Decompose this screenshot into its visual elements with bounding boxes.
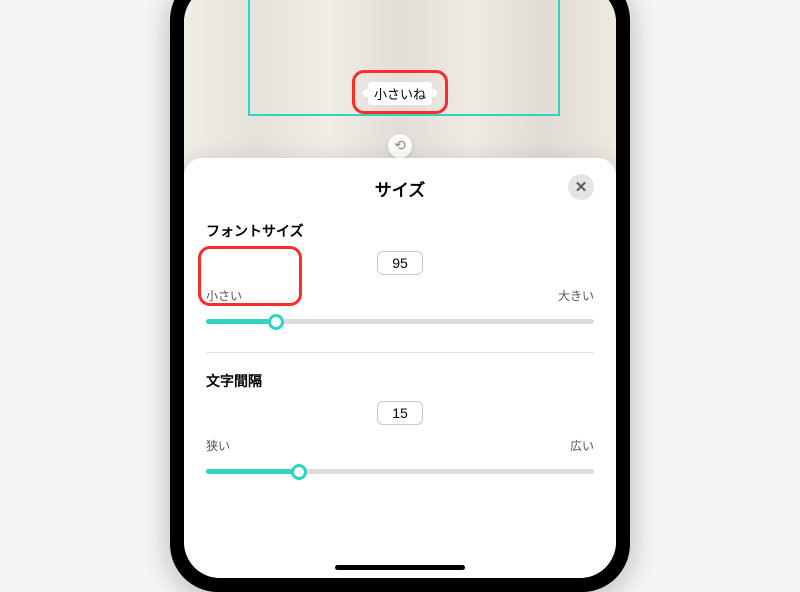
home-indicator[interactable] bbox=[335, 565, 465, 570]
size-bottom-sheet: サイズ ✕ フォントサイズ 95 小さい 大きい bbox=[184, 158, 616, 578]
sheet-title: サイズ bbox=[375, 176, 426, 201]
letter-spacing-label: 文字間隔 bbox=[206, 371, 594, 391]
text-element[interactable]: 小さいね bbox=[368, 82, 432, 105]
sheet-header: サイズ ✕ bbox=[206, 176, 594, 201]
close-icon: ✕ bbox=[575, 178, 588, 196]
rotate-handle[interactable]: ⟲ bbox=[388, 134, 412, 158]
letter-spacing-max-label: 広い bbox=[570, 437, 594, 454]
section-divider bbox=[206, 352, 594, 353]
font-size-max-label: 大きい bbox=[558, 287, 594, 304]
slider-fill bbox=[206, 469, 299, 474]
letter-spacing-value[interactable]: 15 bbox=[377, 401, 423, 425]
slider-thumb[interactable] bbox=[291, 464, 307, 480]
phone-frame: 小さいね ⟲ サイズ ✕ フォントサイズ 95 小さい 大きい bbox=[170, 0, 630, 592]
font-size-min-label: 小さい bbox=[206, 287, 242, 304]
close-button[interactable]: ✕ bbox=[568, 174, 594, 200]
font-size-label: フォントサイズ bbox=[206, 221, 594, 241]
font-size-slider[interactable] bbox=[206, 310, 594, 334]
canvas-area[interactable]: 小さいね ⟲ bbox=[184, 0, 616, 166]
phone-screen: 小さいね ⟲ サイズ ✕ フォントサイズ 95 小さい 大きい bbox=[184, 0, 616, 578]
letter-spacing-section: 文字間隔 15 狭い 広い bbox=[206, 371, 594, 484]
letter-spacing-min-label: 狭い bbox=[206, 437, 230, 454]
slider-thumb[interactable] bbox=[268, 314, 284, 330]
letter-spacing-slider[interactable] bbox=[206, 460, 594, 484]
rotate-icon: ⟲ bbox=[394, 137, 406, 154]
font-size-value[interactable]: 95 bbox=[377, 251, 423, 275]
slider-fill bbox=[206, 319, 276, 324]
font-size-section: フォントサイズ 95 小さい 大きい bbox=[206, 221, 594, 334]
